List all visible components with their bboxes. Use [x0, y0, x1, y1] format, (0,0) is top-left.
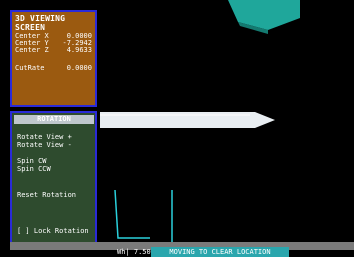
cutrate-label: CutRate [15, 64, 45, 72]
viewer-title: 3D VIEWING SCREEN [15, 14, 66, 32]
rotation-panel: ROTATION Rotate View + Rotate View - Spi… [10, 111, 97, 245]
viewer-info-panel: 3D VIEWING SCREEN Center X 0.0000 Center… [10, 10, 97, 107]
rotate-view-minus-button[interactable]: Rotate View - [17, 141, 72, 149]
cutrate-value: 0.0000 [66, 64, 92, 72]
reset-rotation-button[interactable]: Reset Rotation [17, 191, 76, 199]
holder-outline [114, 189, 150, 239]
spin-cw-button[interactable]: Spin CW [17, 157, 47, 165]
spin-ccw-button[interactable]: Spin CCW [17, 165, 51, 173]
rotation-header: ROTATION [14, 115, 94, 124]
lock-rotation-checkbox[interactable]: [ ] Lock Rotation [17, 227, 89, 235]
center-z-value: 4.9633 [66, 46, 92, 54]
cutting-tool [100, 112, 275, 128]
rotate-view-plus-button[interactable]: Rotate View + [17, 133, 72, 141]
center-z-label: Center Z [15, 46, 49, 54]
status-message: MOVING TO CLEAR LOCATION [151, 247, 289, 257]
workpiece-block [228, 0, 300, 30]
